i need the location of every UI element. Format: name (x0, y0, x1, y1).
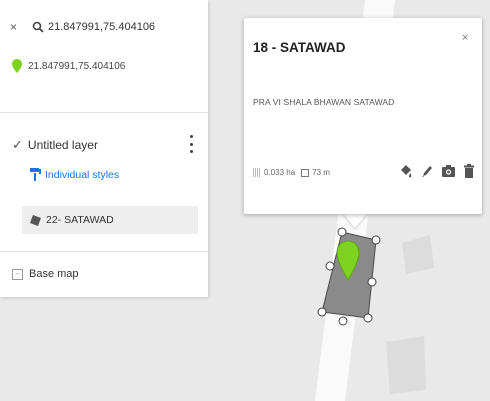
divider (0, 251, 208, 252)
vertex-handle (337, 227, 347, 237)
popup-actions (392, 163, 476, 179)
vertex-handle (338, 316, 348, 326)
vertex-handle (371, 235, 381, 245)
popup-measurements: 0.033 ha 73 m (253, 168, 330, 177)
area-value: 0.033 ha (264, 168, 296, 177)
vertex-handle (367, 277, 377, 287)
area-icon (253, 168, 261, 177)
layers-panel: × 21.847991,75.404106 21.847991,75.40410… (0, 0, 208, 297)
feature-item[interactable]: 22- SATAWAD (22, 206, 198, 234)
polygon-shape-icon (30, 214, 41, 226)
layer-header[interactable]: ✓ Untitled layer (12, 137, 98, 153)
coordinate-text: 21.847991,75.404106 (28, 60, 126, 72)
length-icon (301, 168, 310, 177)
base-map-expand-icon[interactable]: – (12, 268, 23, 280)
base-map-toggle[interactable]: – Base map (12, 268, 79, 280)
divider (0, 112, 208, 113)
search-query[interactable]: 21.847991,75.404106 (48, 21, 155, 33)
feature-label: 22- SATAWAD (46, 214, 114, 226)
vertex-handle (317, 307, 327, 317)
base-map-label: Base map (29, 268, 79, 280)
trash-icon[interactable] (462, 163, 476, 179)
feature-info-popup: 18 - SATAWAD × PRA VI SHALA BHAWAN SATAW… (244, 18, 482, 214)
individual-styles-label: Individual styles (45, 168, 120, 181)
popup-pointer (342, 212, 368, 228)
layer-title[interactable]: Untitled layer (28, 138, 98, 152)
length-value: 73 m (312, 168, 330, 177)
layer-visibility-checkbox[interactable]: ✓ (12, 137, 23, 153)
popup-title: 18 - SATAWAD (253, 40, 346, 55)
vertex-handle (363, 313, 373, 323)
close-search-button[interactable]: × (10, 20, 22, 34)
search-row: × 21.847991,75.404106 (10, 20, 155, 34)
popup-description: PRA VI SHALA BHAWAN SATAWAD (253, 97, 395, 107)
green-pin-icon (12, 59, 22, 73)
edit-pencil-icon[interactable] (420, 163, 434, 179)
search-icon (32, 21, 44, 33)
building-shape (386, 336, 426, 394)
paint-bucket-icon[interactable] (399, 163, 413, 179)
paint-roller-icon (30, 168, 41, 181)
camera-icon[interactable] (441, 163, 455, 179)
layer-options-menu-icon[interactable] (186, 135, 196, 153)
vertex-handle (325, 261, 335, 271)
coordinate-result[interactable]: 21.847991,75.404106 (12, 59, 125, 73)
popup-close-button[interactable]: × (462, 32, 468, 44)
map-app: × 21.847991,75.404106 21.847991,75.40410… (0, 0, 490, 401)
individual-styles-link[interactable]: Individual styles (30, 168, 119, 181)
